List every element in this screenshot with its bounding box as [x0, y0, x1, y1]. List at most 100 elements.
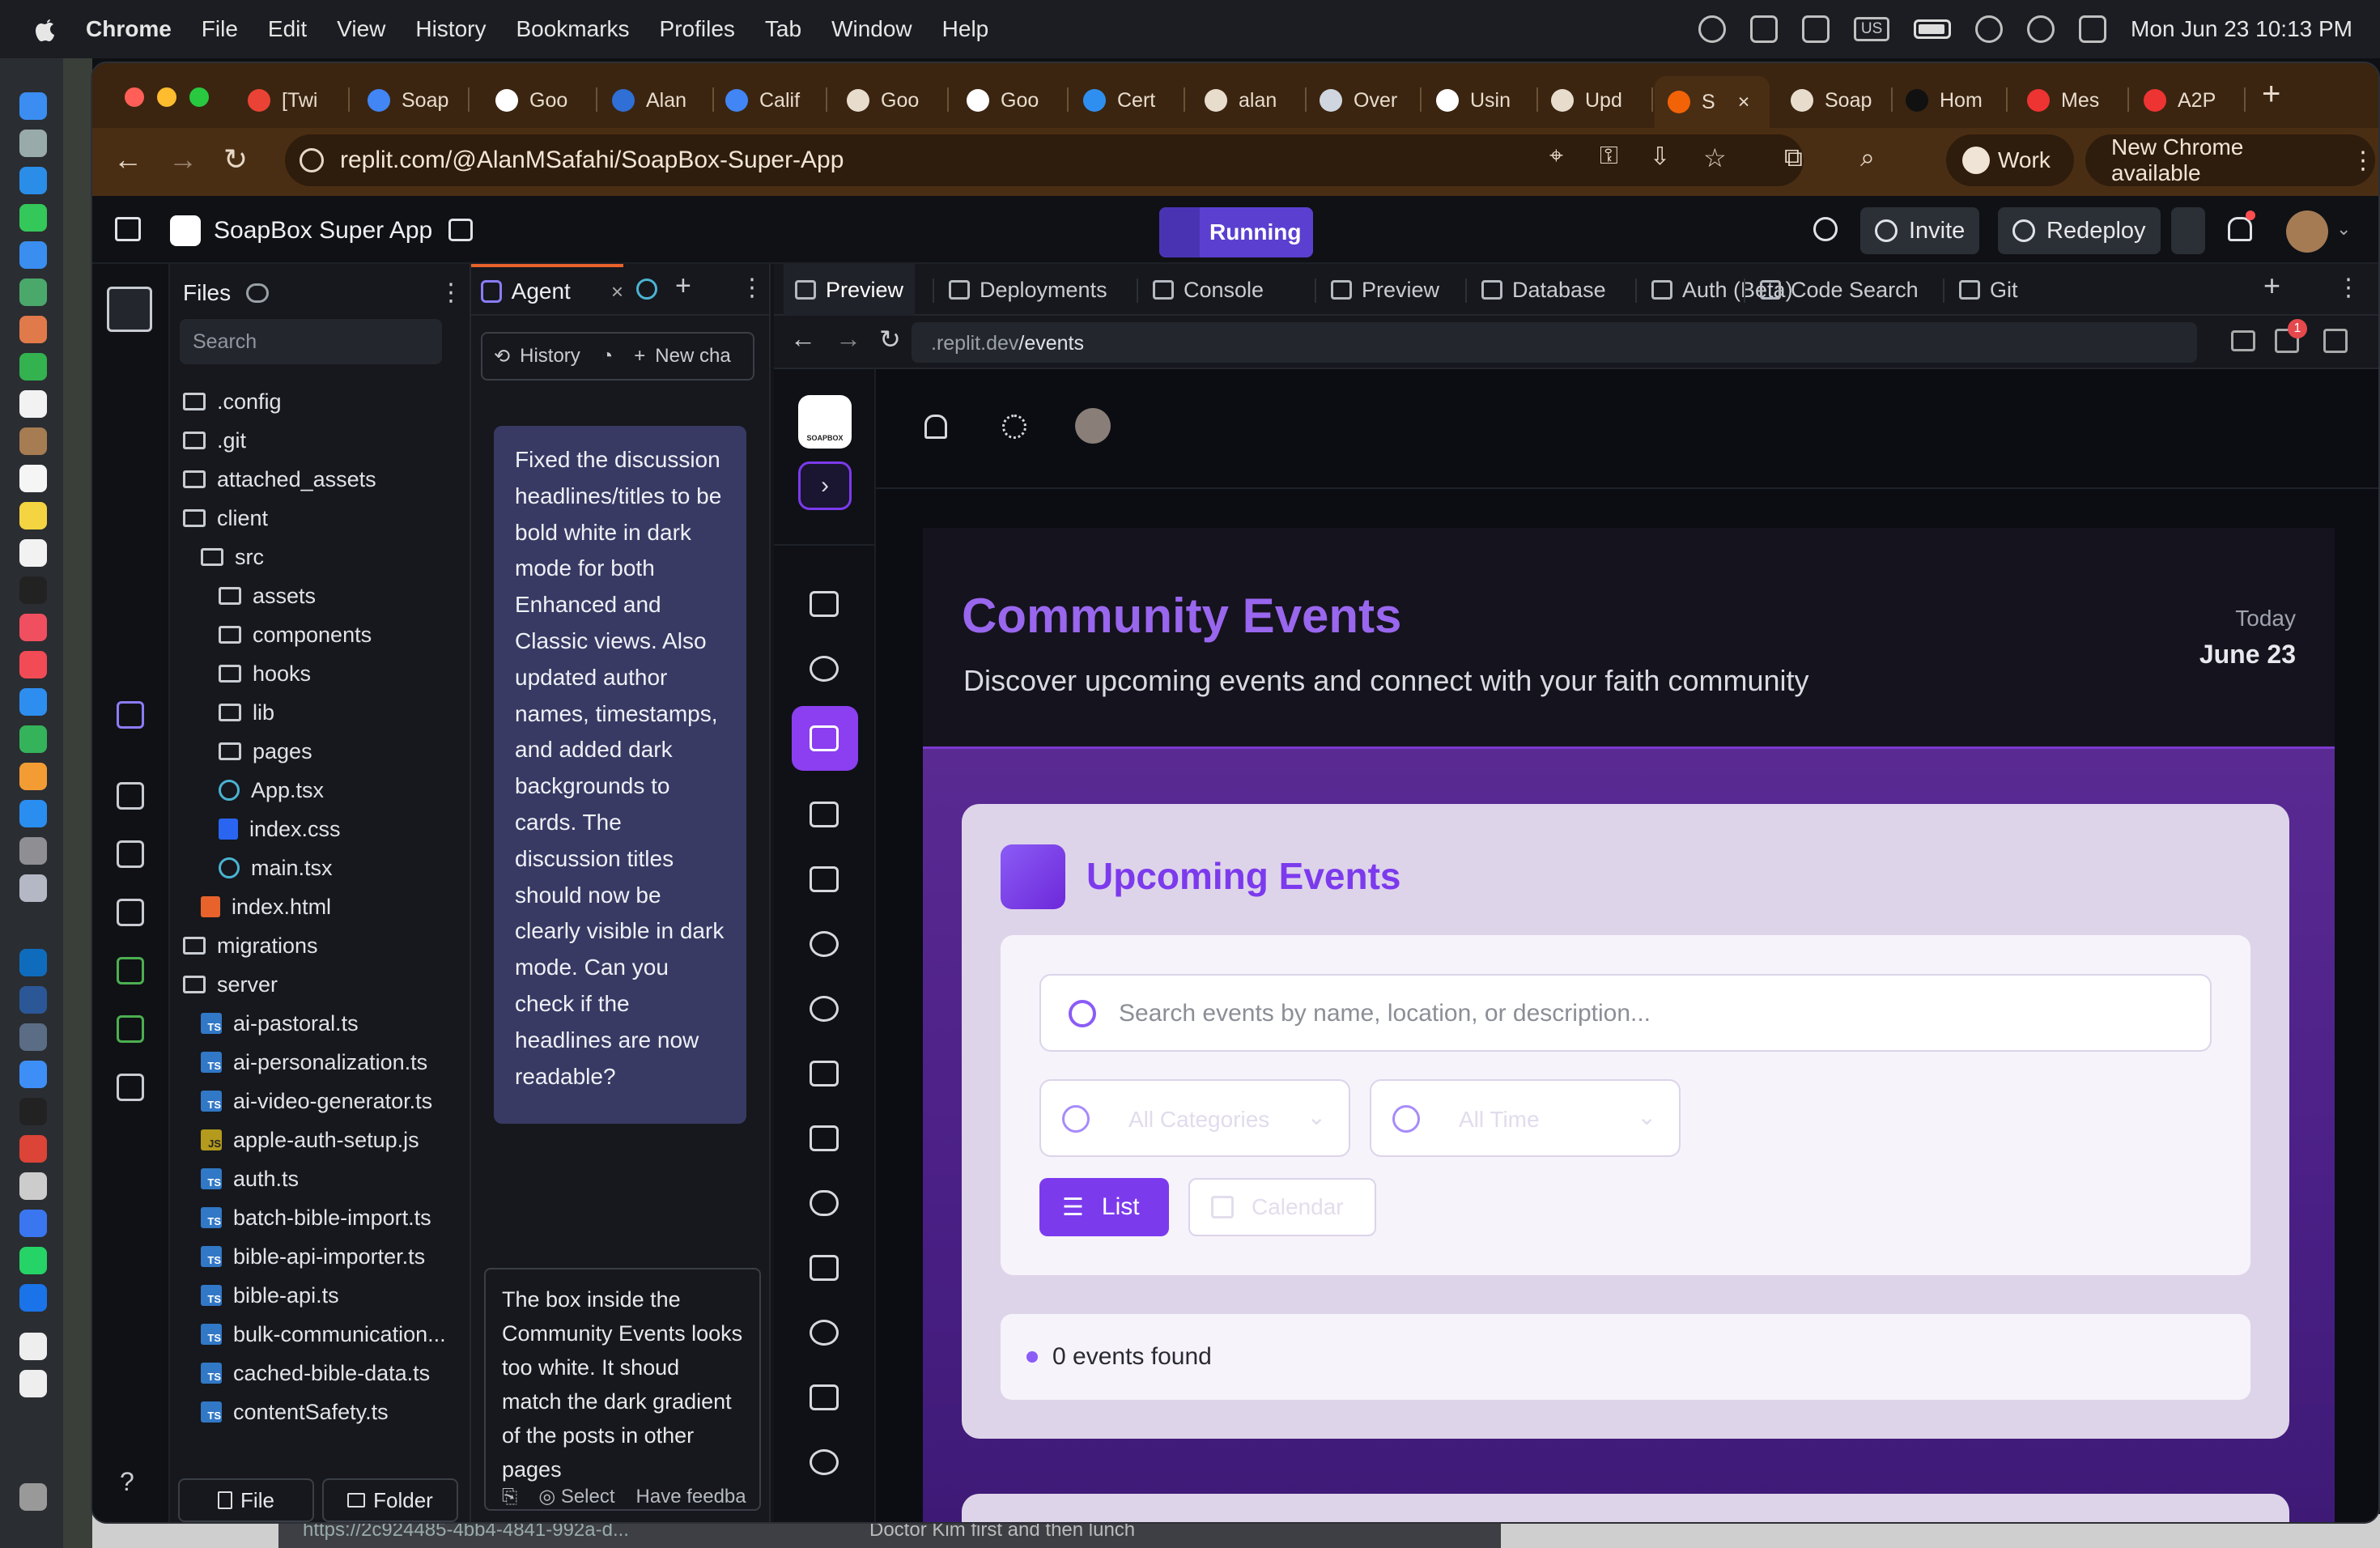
user-avatar[interactable]: [2286, 211, 2328, 253]
profile-button[interactable]: Work: [1946, 134, 2074, 186]
notes-dock-icon[interactable]: [19, 502, 47, 529]
freeform-dock-icon[interactable]: [19, 539, 47, 567]
project-settings-icon[interactable]: [448, 219, 473, 241]
safari-dock-icon[interactable]: [19, 167, 47, 194]
whatsapp-dock-icon[interactable]: [19, 1247, 47, 1274]
site-info-icon[interactable]: [300, 148, 324, 172]
file-tree-item[interactable]: TS cached-bible-data.ts: [201, 1354, 430, 1393]
open-new-tab-icon[interactable]: [2323, 329, 2348, 353]
nav-calendar-icon[interactable]: [810, 725, 839, 751]
messages-dock-icon[interactable]: [19, 204, 47, 232]
nav-profile-icon[interactable]: [810, 1449, 839, 1475]
outlook-dock-icon[interactable]: [19, 949, 47, 976]
chevron-down-icon[interactable]: ⌄: [2336, 219, 2351, 240]
apple-icon[interactable]: [32, 15, 58, 44]
photos-dock-icon[interactable]: [19, 316, 47, 343]
password-key-icon[interactable]: ⚿: [1600, 142, 1618, 170]
browser-tab[interactable]: Goo: [484, 76, 597, 125]
preview-back-icon[interactable]: ←: [790, 324, 816, 354]
file-tree-item[interactable]: TS bible-api-importer.ts: [201, 1237, 425, 1276]
word-dock-icon[interactable]: [19, 986, 47, 1014]
nav-sparkle-icon[interactable]: [810, 1320, 839, 1346]
tab-git[interactable]: Git: [1959, 264, 2018, 316]
file-tree-item[interactable]: migrations: [183, 926, 318, 965]
app-bell-icon[interactable]: [924, 415, 947, 439]
finder-dock-icon[interactable]: [19, 92, 47, 120]
add-tab-icon[interactable]: +: [675, 270, 691, 302]
menu-file[interactable]: File: [202, 16, 238, 42]
browser-tab[interactable]: Goo: [835, 76, 949, 125]
file-tree-item[interactable]: TS ai-pastoral.ts: [201, 1004, 359, 1043]
menu-history[interactable]: History: [415, 16, 486, 42]
file-tree-item[interactable]: TS bible-api.ts: [201, 1276, 339, 1315]
browser-tab[interactable]: [Twi: [236, 76, 350, 125]
agent-composer-input[interactable]: The box inside the Community Events look…: [484, 1268, 761, 1511]
1password-dock-icon[interactable]: [19, 1284, 47, 1312]
tab-agent[interactable]: Agent ×: [471, 264, 623, 316]
project-name[interactable]: SoapBox Super App: [214, 217, 432, 245]
nav-play-icon[interactable]: [810, 1125, 839, 1151]
close-icon[interactable]: ×: [611, 279, 623, 304]
nav-pen-icon[interactable]: [810, 1255, 839, 1281]
event-search-input[interactable]: Search events by name, location, or desc…: [1039, 974, 2212, 1052]
deploy-options-icon[interactable]: [2171, 207, 2205, 254]
menu-profiles[interactable]: Profiles: [660, 16, 735, 42]
browser-tab[interactable]: alan: [1193, 76, 1307, 125]
menu-bookmarks[interactable]: Bookmarks: [516, 16, 629, 42]
new-folder-button[interactable]: Folder: [322, 1478, 458, 1522]
files-toggle-icon[interactable]: [107, 287, 152, 332]
preview-url-input[interactable]: .replit.dev/events: [912, 322, 2197, 363]
settings-dock-icon[interactable]: [19, 837, 47, 865]
app-user-avatar[interactable]: [1075, 408, 1111, 444]
notifications-bell-icon[interactable]: [2228, 217, 2252, 241]
files-search-input[interactable]: Search: [180, 319, 442, 364]
browser-tab[interactable]: Soap: [1779, 76, 1893, 125]
zoom-window-button[interactable]: [189, 87, 209, 107]
tab-console[interactable]: Console: [1153, 264, 1264, 316]
contacts-dock-icon[interactable]: [19, 427, 47, 455]
document2-dock-icon[interactable]: [19, 1370, 47, 1397]
appstore-dock-icon[interactable]: [19, 800, 47, 827]
nav-video-icon[interactable]: [810, 1384, 839, 1410]
browser-tab[interactable]: Over: [1308, 76, 1422, 125]
home-icon[interactable]: [115, 217, 141, 241]
all-tools-icon[interactable]: [117, 1074, 144, 1101]
file-tree-item[interactable]: TS auth.ts: [201, 1159, 299, 1198]
file-tree-item[interactable]: src: [201, 538, 264, 576]
spotlight-search-icon[interactable]: [2027, 15, 2055, 43]
kebab-menu-icon[interactable]: ⋮: [2351, 147, 2375, 175]
pages-dock-icon[interactable]: [19, 763, 47, 790]
nav-community-icon[interactable]: [810, 656, 839, 682]
file-tree-item[interactable]: TS ai-personalization.ts: [201, 1043, 427, 1082]
deploy-tool-icon[interactable]: [117, 957, 144, 985]
browser-tab[interactable]: Mes: [2016, 76, 2129, 125]
auth-tool-icon[interactable]: [117, 1015, 144, 1043]
back-icon[interactable]: ←: [113, 142, 142, 176]
browser-tab[interactable]: Usin: [1425, 76, 1538, 125]
mail-dock-icon[interactable]: [19, 241, 47, 269]
menu-view[interactable]: View: [337, 16, 385, 42]
file-tree-item[interactable]: main.tsx: [219, 848, 333, 887]
file-tree-item[interactable]: index.html: [201, 887, 331, 926]
run-status-button[interactable]: Running: [1159, 207, 1313, 257]
menu-window[interactable]: Window: [831, 16, 912, 42]
maps-dock-icon[interactable]: [19, 279, 47, 306]
menubar-clock[interactable]: Mon Jun 23 10:13 PM: [2131, 16, 2352, 42]
update-chrome-button[interactable]: New Chrome available ⋮: [2085, 134, 2375, 186]
menu-tab[interactable]: Tab: [765, 16, 801, 42]
control-center-icon[interactable]: [2079, 15, 2107, 43]
tab-preview-2[interactable]: Preview: [1331, 264, 1439, 316]
browser-tab[interactable]: Cert: [1072, 76, 1185, 125]
file-tree-item[interactable]: .git: [183, 421, 246, 460]
address-bar[interactable]: replit.com/@AlanMSafahi/SoapBox-Super-Ap…: [285, 134, 1804, 186]
nav-home-icon[interactable]: [810, 591, 839, 617]
close-tab-icon[interactable]: ×: [1738, 91, 1750, 114]
launchpad-dock-icon[interactable]: [19, 130, 47, 157]
console-tool-icon[interactable]: [117, 840, 144, 868]
list-view-button[interactable]: ☰ List: [1039, 1178, 1169, 1236]
browser-tab[interactable]: Upd: [1540, 76, 1653, 125]
news-dock-icon[interactable]: [19, 651, 47, 678]
tab-search-icon[interactable]: ⌕: [1860, 142, 1875, 173]
file-tree-item[interactable]: .config: [183, 382, 282, 421]
new-chat-button[interactable]: New cha: [655, 345, 730, 368]
